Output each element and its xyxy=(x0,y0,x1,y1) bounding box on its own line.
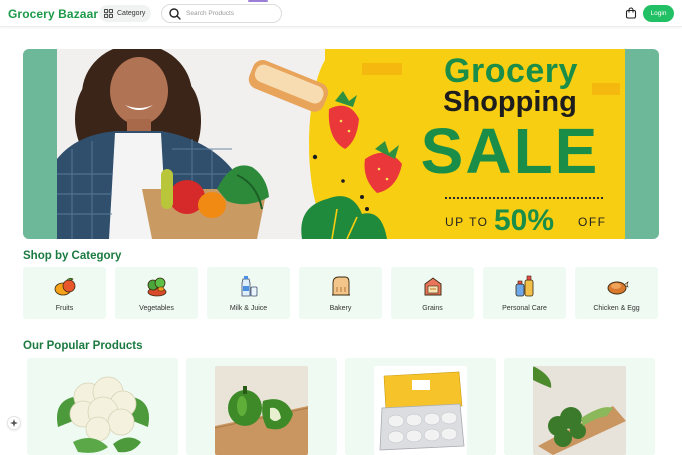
category-section-title: Shop by Category xyxy=(23,250,122,262)
product-list xyxy=(27,358,657,455)
category-list: Fruits Vegetables Milk & Juice Bakery Gr… xyxy=(23,267,659,319)
banner-upto: UP TO xyxy=(445,215,489,229)
category-card-personal-care[interactable]: Personal Care xyxy=(483,267,566,319)
category-label: Bakery xyxy=(329,305,352,312)
category-button[interactable]: Category xyxy=(99,5,152,22)
cauliflower-image xyxy=(57,376,149,453)
product-card[interactable] xyxy=(27,358,178,455)
broccoli-image xyxy=(533,366,626,455)
scroll-indicator xyxy=(248,0,268,2)
search-box[interactable] xyxy=(161,4,282,23)
product-card[interactable] xyxy=(186,358,337,455)
category-label: Chicken & Egg xyxy=(593,305,640,312)
fruits-icon xyxy=(54,277,75,296)
category-card-grains[interactable]: Grains xyxy=(391,267,474,319)
chicken-egg-icon xyxy=(607,281,629,295)
shopping-bag-icon[interactable] xyxy=(625,7,637,19)
category-label: Category xyxy=(117,10,146,17)
banner-off: OFF xyxy=(578,215,607,229)
banner-percent: 50% xyxy=(494,204,555,237)
category-card-bakery[interactable]: Bakery xyxy=(299,267,382,319)
top-navbar: Grocery Bazaar Category Login xyxy=(0,0,682,27)
search-icon xyxy=(169,7,181,20)
assistant-button[interactable] xyxy=(7,416,21,430)
category-label: Vegetables xyxy=(139,305,174,312)
login-button[interactable]: Login xyxy=(643,5,674,22)
grid-icon xyxy=(104,9,113,18)
category-card-fruits[interactable]: Fruits xyxy=(23,267,106,319)
product-card[interactable] xyxy=(504,358,655,455)
eggs-tray-image xyxy=(374,366,467,455)
green-capsicum-image xyxy=(215,366,308,455)
category-card-milk-juice[interactable]: Milk & Juice xyxy=(207,267,290,319)
banner-divider xyxy=(445,197,603,199)
sparkle-icon xyxy=(10,419,18,427)
personal-care-icon xyxy=(515,275,533,297)
banner-content: Grocery Shopping SALE UP TO 50% OFF xyxy=(57,49,625,239)
milk-juice-icon xyxy=(241,276,257,297)
bakery-icon xyxy=(331,276,350,296)
category-label: Fruits xyxy=(55,305,74,312)
category-label: Personal Care xyxy=(502,305,547,312)
products-section-title: Our Popular Products xyxy=(23,340,143,352)
brand-logo[interactable]: Grocery Bazaar xyxy=(8,7,98,21)
hero-banner[interactable]: Grocery Shopping SALE UP TO 50% OFF xyxy=(23,49,659,239)
grains-icon xyxy=(424,277,441,296)
category-card-chicken-egg[interactable]: Chicken & Egg xyxy=(575,267,658,319)
category-card-vegetables[interactable]: Vegetables xyxy=(115,267,198,319)
search-input[interactable] xyxy=(186,10,274,17)
banner-title-sale: SALE xyxy=(420,115,600,187)
vegetables-icon xyxy=(147,277,166,297)
category-label: Milk & Juice xyxy=(229,305,268,312)
category-label: Grains xyxy=(422,305,443,312)
product-card[interactable] xyxy=(345,358,496,455)
